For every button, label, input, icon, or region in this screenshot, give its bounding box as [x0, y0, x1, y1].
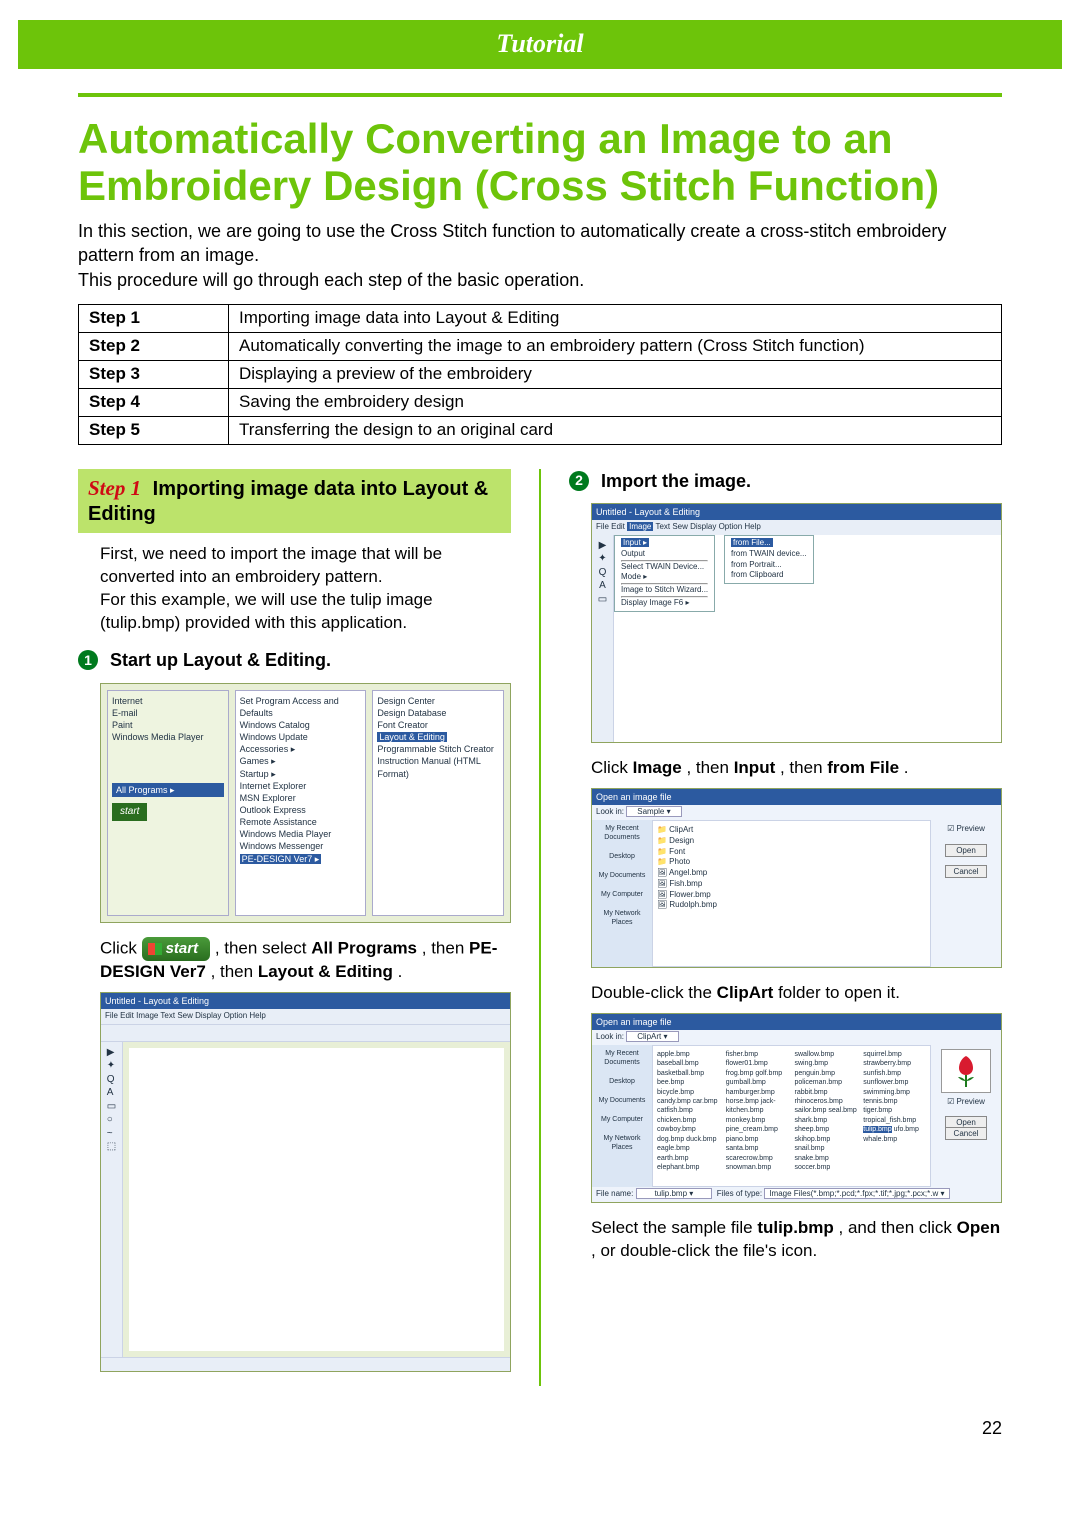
screenshot-start-menu: InternetE-mailPaintWindows Media Player … — [100, 683, 511, 923]
header-banner: Tutorial — [18, 20, 1062, 69]
text: , then — [422, 938, 469, 957]
step-intro-line: For this example, we will use the tulip … — [100, 589, 505, 635]
bold-term: tulip.bmp — [757, 1218, 833, 1237]
instruction-line: Double-click the ClipArt folder to open … — [591, 982, 1002, 1005]
text: , then — [211, 962, 258, 981]
text: Select the sample file — [591, 1218, 757, 1237]
instruction-line: Click start , then select All Programs ,… — [100, 937, 511, 984]
step-desc: Automatically converting the image to an… — [229, 332, 1002, 360]
intro-line-2: This procedure will go through each step… — [78, 268, 1002, 292]
step-number: Step 1 — [88, 476, 141, 500]
bold-term: Image — [633, 758, 682, 777]
right-column: 2 Import the image. Untitled - Layout & … — [569, 469, 1002, 1386]
text: , then select — [215, 938, 311, 957]
text: , then — [686, 758, 733, 777]
step-desc: Importing image data into Layout & Editi… — [229, 305, 1002, 333]
text: , then — [780, 758, 827, 777]
step-label: Step 5 — [79, 416, 229, 444]
table-row: Step 2 Automatically converting the imag… — [79, 332, 1002, 360]
step-label: Step 3 — [79, 360, 229, 388]
screenshot-open-dialog-sample: Open an image file Look in: Sample ▾ My … — [591, 788, 1002, 968]
instruction-line: Click Image , then Input , then from Fil… — [591, 757, 1002, 780]
numbered-bullet-icon: 1 — [78, 650, 98, 670]
screenshot-image-input-menu: Untitled - Layout & Editing File Edit Im… — [591, 503, 1002, 743]
step-desc: Displaying a preview of the embroidery — [229, 360, 1002, 388]
bullet-text: Start up Layout & Editing. — [110, 648, 331, 672]
column-divider — [539, 469, 541, 1386]
step-intro: First, we need to import the image that … — [78, 543, 511, 635]
table-row: Step 5 Transferring the design to an ori… — [79, 416, 1002, 444]
intro-line-1: In this section, we are going to use the… — [78, 219, 1002, 268]
bold-term: All Programs — [311, 938, 417, 957]
windows-flag-icon — [148, 943, 162, 955]
text: Double-click the — [591, 983, 717, 1002]
left-column: Step 1 Importing image data into Layout … — [78, 469, 511, 1386]
step-desc: Transferring the design to an original c… — [229, 416, 1002, 444]
bullet-text: Import the image. — [601, 469, 751, 493]
table-row: Step 1 Importing image data into Layout … — [79, 305, 1002, 333]
text: Click — [591, 758, 633, 777]
bold-term: Open — [957, 1218, 1000, 1237]
screenshot-layout-editing-empty: Untitled - Layout & Editing File Edit Im… — [100, 992, 511, 1372]
table-row: Step 3 Displaying a preview of the embro… — [79, 360, 1002, 388]
page-title: Automatically Converting an Image to an … — [78, 115, 1002, 209]
start-label: start — [166, 939, 199, 959]
top-rule — [78, 93, 1002, 97]
text: folder to open it. — [778, 983, 900, 1002]
step-heading: Step 1 Importing image data into Layout … — [78, 469, 511, 533]
instruction-line: Select the sample file tulip.bmp , and t… — [591, 1217, 1002, 1263]
step-intro-line: First, we need to import the image that … — [100, 543, 505, 589]
step-label: Step 1 — [79, 305, 229, 333]
bold-term: Input — [734, 758, 776, 777]
page-number: 22 — [18, 1416, 1002, 1440]
text: , or double-click the file's icon. — [591, 1241, 817, 1260]
text: . — [398, 962, 403, 981]
steps-table: Step 1 Importing image data into Layout … — [78, 304, 1002, 445]
bold-term: from File — [827, 758, 899, 777]
start-button-chip: start — [142, 937, 211, 961]
bold-term: Layout & Editing — [258, 962, 393, 981]
screenshot-open-dialog-clipart: Open an image file Look in: ClipArt ▾ My… — [591, 1013, 1002, 1203]
step-desc: Saving the embroidery design — [229, 388, 1002, 416]
step-label: Step 2 — [79, 332, 229, 360]
text: . — [904, 758, 909, 777]
step-title: Importing image data into Layout & Editi… — [88, 478, 488, 525]
table-row: Step 4 Saving the embroidery design — [79, 388, 1002, 416]
intro-block: In this section, we are going to use the… — [78, 219, 1002, 292]
step-label: Step 4 — [79, 388, 229, 416]
bold-term: ClipArt — [717, 983, 774, 1002]
text: , and then click — [839, 1218, 957, 1237]
text: Click — [100, 938, 142, 957]
numbered-bullet-icon: 2 — [569, 471, 589, 491]
